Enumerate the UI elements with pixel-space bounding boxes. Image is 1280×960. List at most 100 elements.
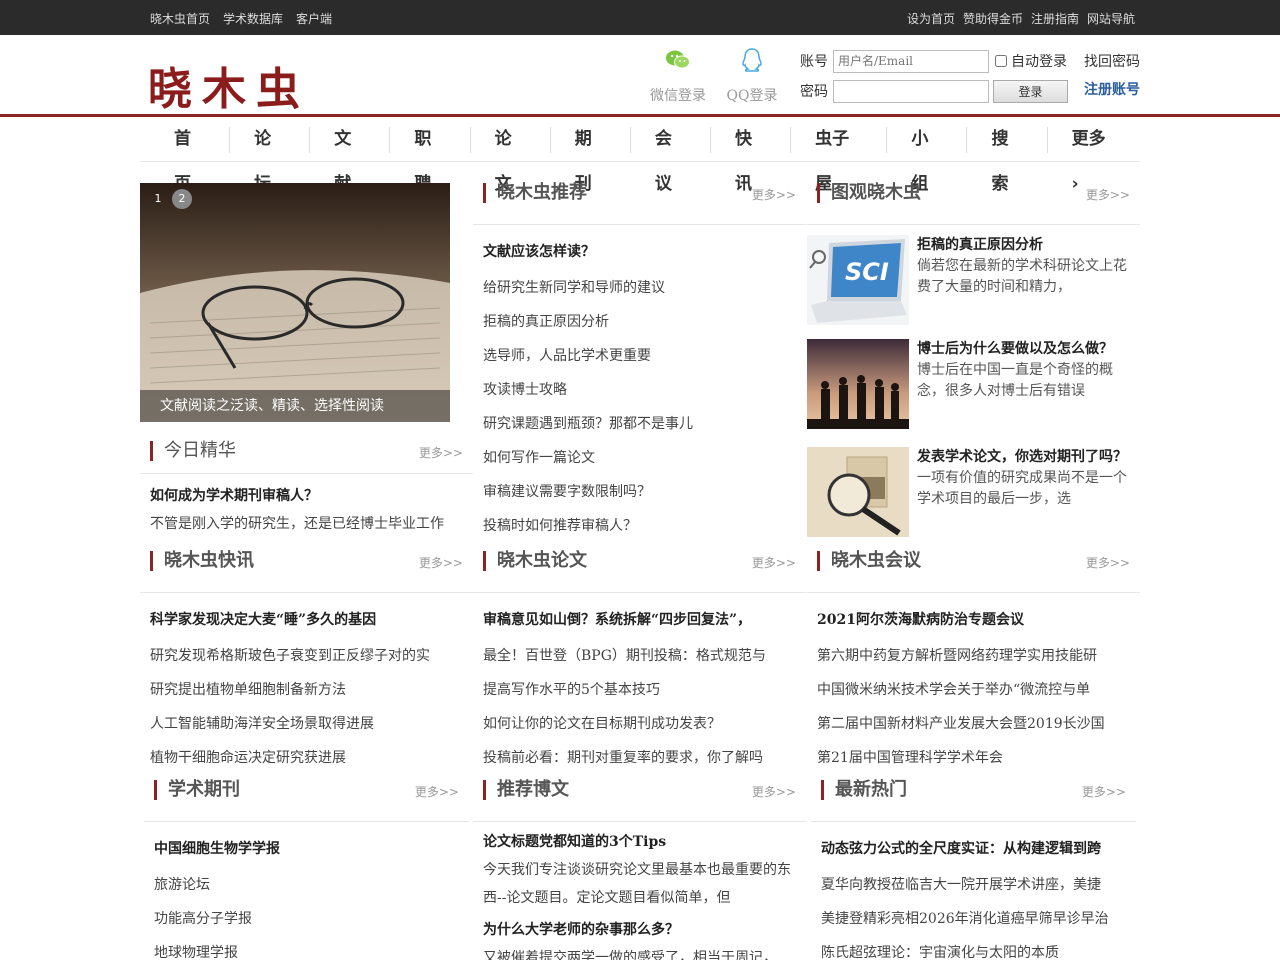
top-link-client[interactable]: 客户端 <box>296 10 332 27</box>
auto-login-label: 自动登录 <box>1011 54 1067 70</box>
auto-login[interactable]: 自动登录 <box>995 51 1067 71</box>
nav-papers[interactable]: 论文 <box>471 117 551 194</box>
photo-article[interactable]: 博士后为什么要做以及怎么做？ 博士后在中国一直是个奇怪的概念，很多人对博士后有错… <box>807 333 1140 441</box>
nav-bug-house[interactable]: 虫子屋 <box>791 117 888 194</box>
list-item[interactable]: 第21届中国管理科学学术年会 <box>817 741 1140 775</box>
nav-journals[interactable]: 期刊 <box>551 117 631 194</box>
article-title[interactable]: 博士后为什么要做以及怎么做？ <box>917 339 1132 360</box>
meetings-section: 晓木虫会议 更多>> 2021阿尔茨海默病防治专题会议 第六期中药复方解析暨网络… <box>807 551 1140 775</box>
account-input[interactable] <box>833 49 989 73</box>
nav-news[interactable]: 快讯 <box>711 117 792 194</box>
more-link[interactable]: 更多>> <box>1082 783 1126 800</box>
list-item[interactable]: 最全！百世登（BPG）期刊投稿：格式规范与 <box>483 639 806 673</box>
list-item[interactable]: 提高写作水平的5个基本技巧 <box>483 673 806 707</box>
register-link[interactable]: 注册账号 <box>1084 76 1140 104</box>
list-item[interactable]: 美捷登精彩亮相2026年消化道癌早筛早诊早治 <box>821 902 1136 936</box>
list-item[interactable]: 中国细胞生物学学报 <box>154 830 469 868</box>
wechat-login-label: 微信登录 <box>650 88 706 104</box>
list-item[interactable]: 研究提出植物单细胞制备新方法 <box>150 673 473 707</box>
slider-dots: 1 2 <box>148 189 192 209</box>
qq-icon <box>742 48 762 72</box>
article-title[interactable]: 发表学术论文，你选对期刊了吗？ <box>917 447 1132 468</box>
section-title: 推荐博文 <box>483 780 569 800</box>
slider-caption[interactable]: 文献阅读之泛读、精读、选择性阅读 <box>140 390 450 422</box>
section-title: 晓木虫推荐 <box>483 183 587 203</box>
list-item[interactable]: 如何写作一篇论文 <box>483 441 806 475</box>
section-title: 最新热门 <box>821 780 907 800</box>
list-item[interactable]: 夏华向教授莅临吉大一院开展学术讲座，美捷 <box>821 868 1136 902</box>
top-link-home[interactable]: 晓木虫首页 <box>150 10 210 27</box>
list-item[interactable]: 陈氏超弦理论：宇宙演化与太阳的本质 <box>821 936 1136 960</box>
blog-title[interactable]: 论文标题党都知道的3个Tips <box>473 832 806 852</box>
login-button[interactable]: 登录 <box>993 79 1068 103</box>
list-item[interactable]: 研究发现希格斯玻色子衰变到正反缪子对的实 <box>150 639 473 673</box>
list-item[interactable]: 旅游论坛 <box>154 868 469 902</box>
header: 晓木虫 微信登录 QQ登录 账号 自动登录 <box>0 35 1280 117</box>
list-item[interactable]: 中国微米纳米技术学会关于举办“微流控与单 <box>817 673 1140 707</box>
nav-meetings[interactable]: 会议 <box>631 117 712 194</box>
journals-section: 学术期刊 更多>> 中国细胞生物学学报 旅游论坛 功能高分子学报 地球物理学报 <box>144 780 469 960</box>
more-link[interactable]: 更多>> <box>752 783 796 800</box>
find-password-link[interactable]: 找回密码 <box>1084 48 1140 76</box>
list-item[interactable]: 给研究生新同学和导师的建议 <box>483 271 806 305</box>
top-link-set-homepage[interactable]: 设为首页 <box>907 10 955 27</box>
list-item[interactable]: 科学家发现决定大麦“睡”多久的基因 <box>150 601 473 639</box>
main-nav: 首页 论坛 文献 职聘 论文 期刊 会议 快讯 虫子屋 小组 搜索 更多 › <box>140 117 1140 194</box>
nav-home[interactable]: 首页 <box>150 117 231 194</box>
more-link[interactable]: 更多>> <box>752 186 796 203</box>
article-desc: 倘若您在最新的学术科研论文上花费了大量的时间和精力， <box>917 258 1127 295</box>
list-item[interactable]: 文献应该怎样读？ <box>483 233 806 271</box>
list-item[interactable]: 植物干细胞命运决定研究获进展 <box>150 741 473 775</box>
magnifier-stamps-image <box>807 447 909 537</box>
wechat-icon <box>666 50 690 69</box>
more-link[interactable]: 更多>> <box>1086 186 1130 203</box>
list-item[interactable]: 投稿前必看：期刊对重复率的要求，你了解吗 <box>483 741 806 775</box>
section-title: 图观晓木虫 <box>817 183 921 203</box>
list-item[interactable]: 第六期中药复方解析暨网络药理学实用技能研 <box>817 639 1140 673</box>
photo-article[interactable]: 发表学术论文，你选对期刊了吗？ 一项有价值的研究成果尚不是一个学术项目的最后一步… <box>807 441 1140 549</box>
list-item[interactable]: 地球物理学报 <box>154 936 469 960</box>
nav-more[interactable]: 更多 › <box>1048 117 1140 194</box>
more-link[interactable]: 更多>> <box>419 444 463 461</box>
top-link-site-nav[interactable]: 网站导航 <box>1087 10 1135 27</box>
nav-search[interactable]: 搜索 <box>967 117 1048 194</box>
slider-dot-2[interactable]: 2 <box>172 189 192 209</box>
nav-groups[interactable]: 小组 <box>887 117 968 194</box>
nav-forum[interactable]: 论坛 <box>230 117 311 194</box>
list-item[interactable]: 研究课题遇到瓶颈？那都不是事儿 <box>483 407 806 441</box>
nav-literature[interactable]: 文献 <box>310 117 391 194</box>
essence-title[interactable]: 如何成为学术期刊审稿人？ <box>140 486 473 506</box>
image-slider[interactable]: 1 2 文献阅读之泛读、精读、选择性阅读 <box>140 183 450 422</box>
list-item[interactable]: 选导师，人品比学术更重要 <box>483 339 806 373</box>
top-link-sponsor[interactable]: 赞助得金币 <box>963 10 1023 27</box>
password-input[interactable] <box>833 79 989 103</box>
list-item[interactable]: 攻读博士攻略 <box>483 373 806 407</box>
list-item[interactable]: 如何让你的论文在目标期刊成功发表？ <box>483 707 806 741</box>
list-item[interactable]: 投稿时如何推荐审稿人？ <box>483 509 806 543</box>
more-link[interactable]: 更多>> <box>415 783 459 800</box>
more-link[interactable]: 更多>> <box>752 554 796 571</box>
qq-login-label: QQ登录 <box>726 88 778 104</box>
site-logo[interactable]: 晓木虫 <box>148 53 310 117</box>
more-link[interactable]: 更多>> <box>1086 554 1130 571</box>
list-item[interactable]: 拒稿的真正原因分析 <box>483 305 806 339</box>
nav-jobs[interactable]: 职聘 <box>390 117 471 194</box>
list-item[interactable]: 第二届中国新材料产业发展大会暨2019长沙国 <box>817 707 1140 741</box>
blog-title[interactable]: 为什么大学老师的杂事那么多？ <box>473 920 806 940</box>
top-link-database[interactable]: 学术数据库 <box>223 10 283 27</box>
photo-article[interactable]: SCI 拒稿的真正原因分析 倘若您在最新的学术科研论文上花费了大量的时间和精力， <box>807 225 1140 333</box>
list-item[interactable]: 审稿意见如山倒？系统拆解“四步回复法”， <box>483 601 806 639</box>
essence-section: 今日精华 更多>> 如何成为学术期刊审稿人？ 不管是刚入学的研究生，还是已经博士… <box>140 441 473 534</box>
qq-login[interactable]: QQ登录 <box>722 47 782 105</box>
list-item[interactable]: 动态弦力公式的全尺度实证：从构建逻辑到跨 <box>821 830 1136 868</box>
list-item[interactable]: 审稿建议需要字数限制吗？ <box>483 475 806 509</box>
article-title[interactable]: 拒稿的真正原因分析 <box>917 235 1132 256</box>
list-item[interactable]: 功能高分子学报 <box>154 902 469 936</box>
list-item[interactable]: 人工智能辅助海洋安全场景取得进展 <box>150 707 473 741</box>
more-link[interactable]: 更多>> <box>419 554 463 571</box>
auto-login-checkbox[interactable] <box>995 55 1007 67</box>
list-item[interactable]: 2021阿尔茨海默病防治专题会议 <box>817 601 1140 639</box>
wechat-login[interactable]: 微信登录 <box>648 47 708 105</box>
top-link-register-guide[interactable]: 注册指南 <box>1031 10 1079 27</box>
slider-dot-1[interactable]: 1 <box>148 189 168 209</box>
